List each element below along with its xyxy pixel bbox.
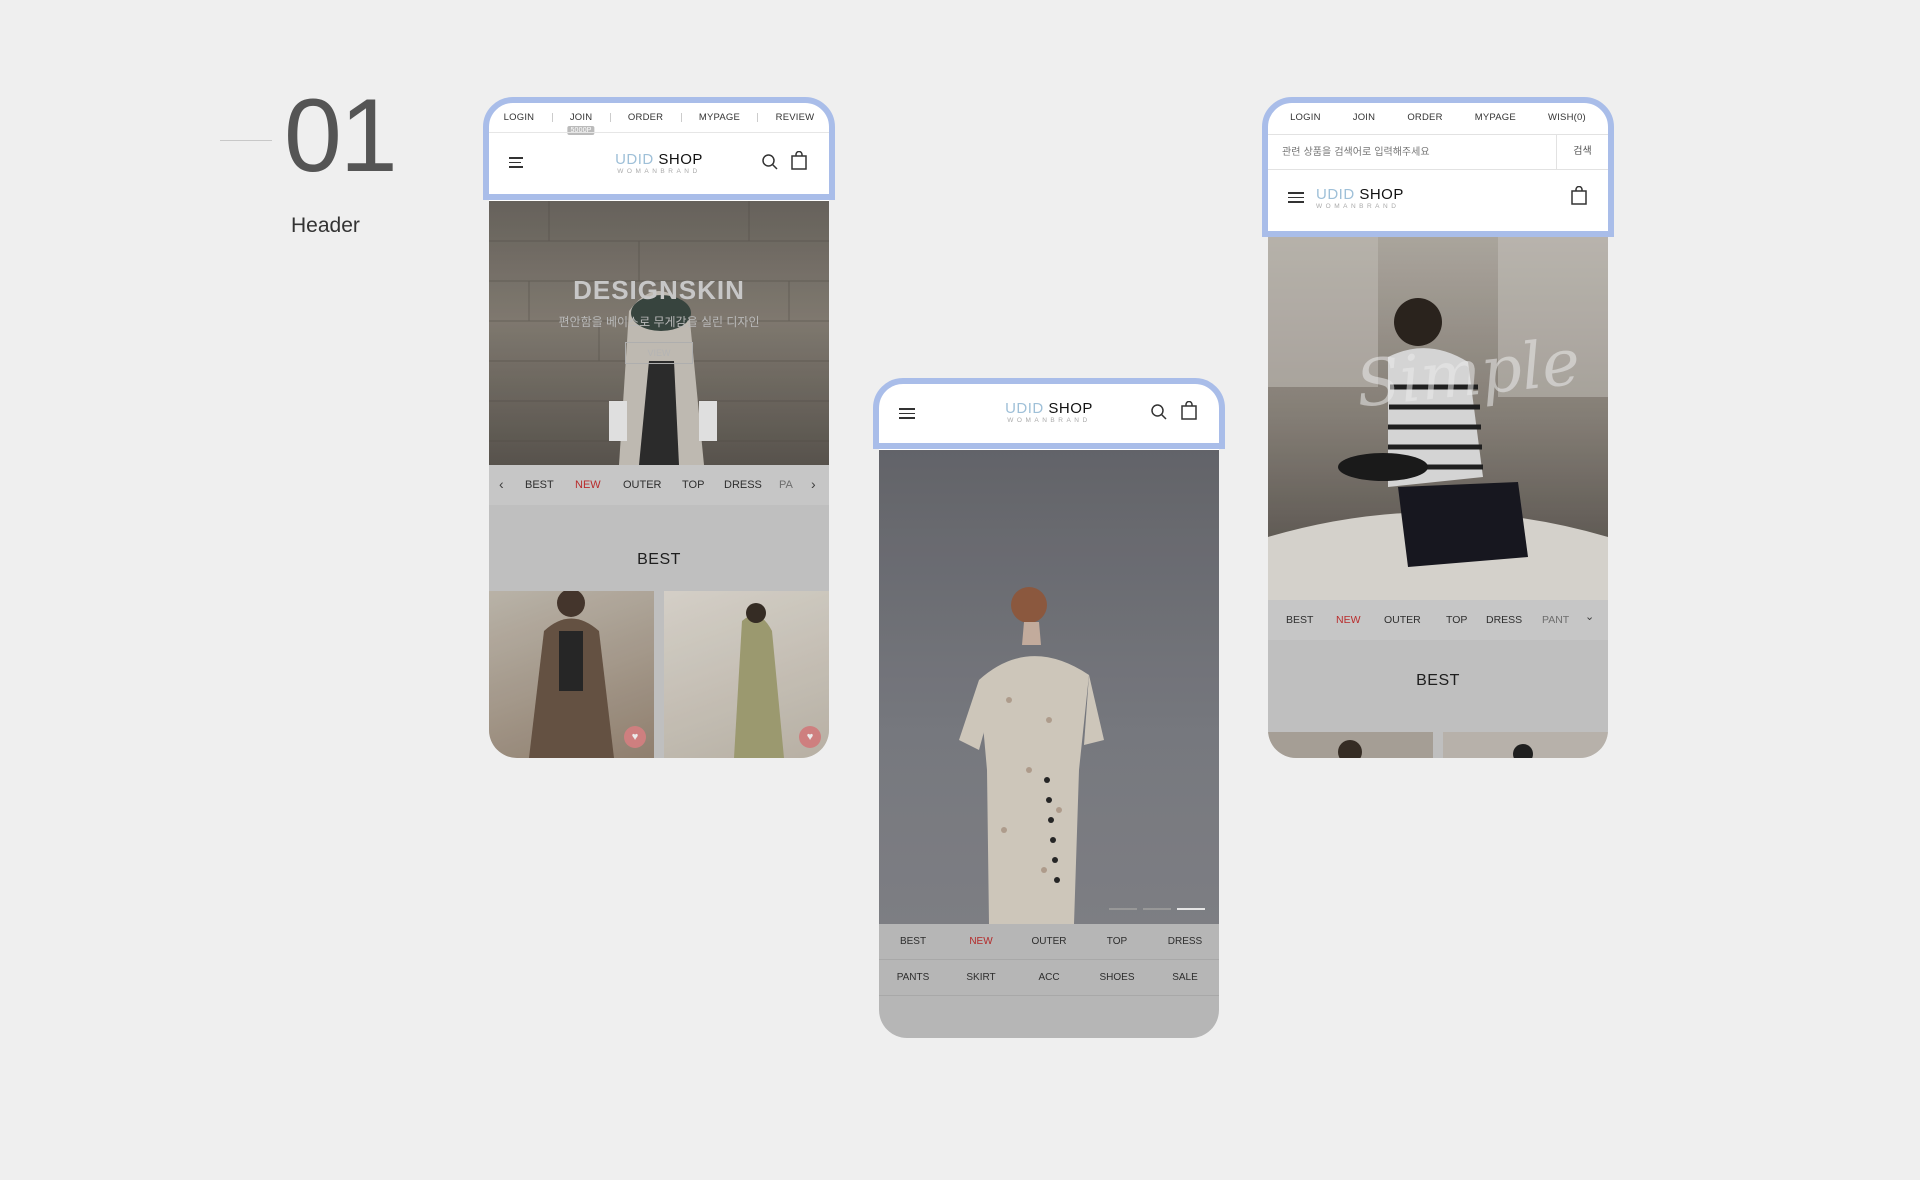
- login-link[interactable]: LOGIN: [504, 112, 535, 123]
- mypage-link[interactable]: MYPAGE: [699, 112, 740, 123]
- chevron-left-icon[interactable]: ‹: [499, 476, 504, 492]
- phone-mockup-1: LOGIN JOIN 5000P ORDER MYPAGE REVIEW UDID…: [489, 98, 829, 758]
- wishlist-heart-icon[interactable]: ♥: [624, 726, 646, 748]
- phone-mockup-3: LOGIN JOIN ORDER MYPAGE WISH(0) 검색 UDID …: [1268, 98, 1608, 758]
- login-link[interactable]: LOGIN: [1290, 112, 1321, 123]
- logo-sub: WOMANBRAND: [617, 168, 701, 175]
- category-nav-bar: BEST NEW OUTER TOP DRESS PANT ⌄: [1268, 600, 1608, 640]
- category-outer[interactable]: OUTER: [1015, 936, 1083, 947]
- hero-view-button[interactable]: VIEW: [625, 342, 693, 364]
- slider-dot-3[interactable]: [1177, 908, 1205, 910]
- hamburger-menu-icon[interactable]: [899, 405, 915, 422]
- category-pants-partial[interactable]: PANT: [1542, 614, 1569, 626]
- logo-part2: SHOP: [658, 151, 703, 168]
- category-nav-bar: ‹ BEST NEW OUTER TOP DRESS PA ›: [489, 465, 829, 505]
- wish-link[interactable]: WISH(0): [1548, 112, 1586, 123]
- hero-banner-image[interactable]: [879, 450, 1219, 924]
- category-grid: BEST NEW OUTER TOP DRESS PANTS SKIRT ACC…: [879, 924, 1219, 1038]
- logo[interactable]: UDID SHOP WOMANBRAND: [599, 152, 719, 176]
- category-top[interactable]: TOP: [1446, 614, 1467, 626]
- logo[interactable]: UDID SHOP WOMANBRAND: [989, 401, 1109, 425]
- product-image-2[interactable]: [1443, 732, 1608, 758]
- brick-wall-pattern: [489, 201, 829, 465]
- best-title: BEST: [1416, 672, 1460, 689]
- slider-dot-1[interactable]: [1109, 908, 1137, 910]
- logo-sub: WOMANBRAND: [1316, 203, 1400, 210]
- category-new[interactable]: NEW: [947, 936, 1015, 947]
- cart-bag-icon[interactable]: [1570, 186, 1588, 206]
- section-divider-line: [220, 140, 272, 141]
- search-bar: 검색: [1268, 134, 1608, 170]
- chevron-right-icon[interactable]: ›: [811, 476, 816, 492]
- category-pants-partial[interactable]: PA: [779, 479, 793, 491]
- slider-pagination[interactable]: [1109, 908, 1205, 910]
- logo-part2: SHOP: [1359, 186, 1404, 203]
- category-new[interactable]: NEW: [1336, 614, 1361, 626]
- best-section: BEST: [1268, 640, 1608, 758]
- section-label: Header: [291, 214, 360, 237]
- category-best[interactable]: BEST: [1286, 614, 1313, 626]
- category-outer[interactable]: OUTER: [623, 479, 662, 491]
- divider: [489, 132, 829, 133]
- hero-banner-image[interactable]: Simple: [1268, 237, 1608, 600]
- logo[interactable]: UDID SHOP WOMANBRAND: [1316, 187, 1416, 211]
- search-button[interactable]: 검색: [1556, 135, 1608, 169]
- category-sale[interactable]: SALE: [1151, 972, 1219, 983]
- logo-sub: WOMANBRAND: [1007, 417, 1091, 424]
- product-image-2[interactable]: ♥: [664, 591, 829, 758]
- section-number: 01: [284, 78, 398, 194]
- logo-part1: UDID: [1316, 186, 1355, 203]
- logo-part1: UDID: [1005, 400, 1044, 417]
- logo-part2: SHOP: [1048, 400, 1093, 417]
- join-link[interactable]: JOIN 5000P: [567, 111, 595, 135]
- category-top[interactable]: TOP: [1083, 936, 1151, 947]
- search-icon[interactable]: [761, 153, 779, 171]
- slider-dot-2[interactable]: [1143, 908, 1171, 910]
- hamburger-menu-icon[interactable]: [1288, 189, 1304, 206]
- search-input[interactable]: [1268, 135, 1556, 169]
- product-image-1[interactable]: [1268, 732, 1433, 758]
- category-outer[interactable]: OUTER: [1384, 614, 1421, 626]
- top-links: LOGIN JOIN ORDER MYPAGE WISH(0): [1274, 104, 1602, 130]
- join-link-label: JOIN: [569, 111, 593, 123]
- wishlist-heart-icon[interactable]: ♥: [799, 726, 821, 748]
- category-acc[interactable]: ACC: [1015, 972, 1083, 983]
- category-best[interactable]: BEST: [525, 479, 554, 491]
- category-dress[interactable]: DRESS: [1486, 614, 1522, 626]
- order-link[interactable]: ORDER: [628, 112, 663, 123]
- category-dress[interactable]: DRESS: [1151, 936, 1219, 947]
- top-links: LOGIN JOIN 5000P ORDER MYPAGE REVIEW: [495, 104, 823, 135]
- woman-in-floral-dress: [959, 587, 1104, 924]
- category-dress[interactable]: DRESS: [724, 479, 762, 491]
- cart-bag-icon[interactable]: [1180, 401, 1198, 421]
- woman-eating-on-bed: [1268, 237, 1608, 600]
- search-icon[interactable]: [1150, 403, 1168, 421]
- chevron-down-icon[interactable]: ⌄: [1585, 610, 1594, 623]
- hamburger-menu-icon[interactable]: [509, 154, 523, 171]
- cart-bag-icon[interactable]: [790, 151, 808, 171]
- hero-subtitle: 편안함을 베이스로 무게감을 실린 디자인: [558, 315, 760, 329]
- join-link[interactable]: JOIN: [1353, 112, 1375, 123]
- logo-part1: UDID: [615, 151, 654, 168]
- category-pants[interactable]: PANTS: [879, 972, 947, 983]
- product-image-1[interactable]: ♥: [489, 591, 654, 758]
- order-link[interactable]: ORDER: [1407, 112, 1442, 123]
- category-best[interactable]: BEST: [879, 936, 947, 947]
- category-new[interactable]: NEW: [575, 479, 601, 491]
- phone-mockup-2: UDID SHOP WOMANBRAND BEST NEW OUTER TOP …: [879, 381, 1219, 1038]
- best-section: BEST ♥ ♥: [489, 505, 829, 758]
- category-skirt[interactable]: SKIRT: [947, 972, 1015, 983]
- category-top[interactable]: TOP: [682, 479, 704, 491]
- hero-title: DESIGNSKIN: [573, 275, 745, 305]
- mypage-link[interactable]: MYPAGE: [1475, 112, 1516, 123]
- join-points-badge: 5000P: [567, 125, 595, 135]
- review-link[interactable]: REVIEW: [776, 112, 815, 123]
- best-title: BEST: [637, 551, 681, 568]
- category-shoes[interactable]: SHOES: [1083, 972, 1151, 983]
- hero-banner-image[interactable]: DESIGNSKIN 편안함을 베이스로 무게감을 실린 디자인 VIEW: [489, 201, 829, 465]
